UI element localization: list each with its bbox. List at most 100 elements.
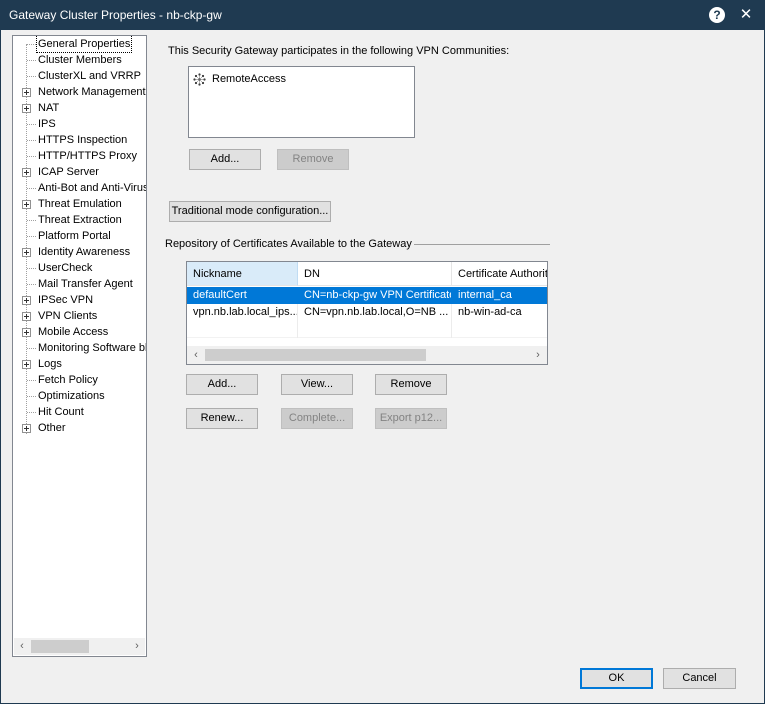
vpn-add-button[interactable]: Add...	[189, 149, 261, 170]
tree-connector	[27, 76, 36, 77]
close-icon[interactable]: ✕	[736, 4, 756, 26]
expand-plus-icon[interactable]	[22, 200, 31, 209]
vpn-communities-heading: This Security Gateway participates in th…	[168, 45, 510, 57]
help-icon[interactable]: ?	[709, 7, 725, 23]
tree-item-label: VPN Clients	[38, 310, 98, 322]
tree-connector	[27, 140, 36, 141]
tree-item-label: HTTPS Inspection	[38, 134, 128, 146]
tree-item-label: Other	[38, 422, 66, 434]
tree-connector	[27, 44, 36, 45]
scroll-thumb[interactable]	[31, 640, 89, 653]
navigation-tree[interactable]: ‹ › General Properties Cluster Members Clu…	[12, 35, 147, 657]
tree-connector	[27, 188, 36, 189]
table-horizontal-scrollbar[interactable]: ‹ ›	[187, 346, 547, 364]
tree-horizontal-scrollbar[interactable]: ‹ ›	[14, 638, 145, 655]
cell-nickname: vpn.nb.lab.local_ips...	[187, 304, 298, 321]
tree-item[interactable]: UserCheck	[13, 260, 146, 276]
tree-item-label: Hit Count	[38, 406, 84, 418]
tree-connector	[27, 60, 36, 61]
tree-item-label: Identity Awareness	[38, 246, 131, 258]
tree-item[interactable]: Anti-Bot and Anti-Virus	[13, 180, 147, 196]
tree-item-label: IPS	[38, 118, 56, 130]
expand-plus-icon[interactable]	[22, 328, 31, 337]
tree-item[interactable]: IPS	[13, 116, 146, 132]
tree-connector	[27, 124, 36, 125]
cert-view-button[interactable]: View...	[281, 374, 353, 395]
ok-button[interactable]: OK	[580, 668, 653, 689]
tree-item[interactable]: HTTP/HTTPS Proxy	[13, 148, 146, 164]
cert-export-button[interactable]: Export p12...	[375, 408, 447, 429]
scroll-right-icon[interactable]: ›	[531, 349, 545, 362]
tree-item-label: Mail Transfer Agent	[38, 278, 133, 290]
tree-item[interactable]: Fetch Policy	[13, 372, 146, 388]
tree-item[interactable]: Hit Count	[13, 404, 146, 420]
tree-item[interactable]: ClusterXL and VRRP	[13, 68, 146, 84]
window-title: Gateway Cluster Properties - nb-ckp-gw	[9, 8, 222, 22]
scroll-right-icon[interactable]: ›	[130, 640, 144, 653]
tree-item-label: IPSec VPN	[38, 294, 94, 306]
tree-item[interactable]: IPSec VPN	[13, 292, 146, 308]
expand-plus-icon[interactable]	[22, 424, 31, 433]
tree-item-label: ICAP Server	[38, 166, 99, 178]
traditional-mode-button[interactable]: Traditional mode configuration...	[169, 201, 331, 222]
tree-item[interactable]: Threat Extraction	[13, 212, 146, 228]
group-divider	[414, 244, 550, 245]
tree-connector	[27, 380, 36, 381]
vpn-communities-list[interactable]: RemoteAccess	[188, 66, 415, 138]
expand-plus-icon[interactable]	[22, 296, 31, 305]
tree-item[interactable]: Logs	[13, 356, 146, 372]
tree-item-label: Anti-Bot and Anti-Virus	[38, 182, 147, 194]
scroll-left-icon[interactable]: ‹	[189, 349, 203, 362]
tree-item-label: Cluster Members	[38, 54, 122, 66]
certificates-table[interactable]: Nickname DN Certificate Authority defaul…	[186, 261, 548, 365]
tree-item[interactable]: Threat Emulation	[13, 196, 146, 212]
cert-renew-button[interactable]: Renew...	[186, 408, 258, 429]
tree-item[interactable]: General Properties	[13, 36, 146, 53]
tree-item-label: NAT	[38, 102, 60, 114]
cell-ca: internal_ca	[458, 289, 512, 301]
vpn-remove-button[interactable]: Remove	[277, 149, 349, 170]
tree-item[interactable]: Other	[13, 420, 146, 436]
tree-item[interactable]: Identity Awareness	[13, 244, 146, 260]
cert-remove-button[interactable]: Remove	[375, 374, 447, 395]
tree-item-label: Platform Portal	[38, 230, 111, 242]
expand-plus-icon[interactable]	[22, 168, 31, 177]
column-header-ca[interactable]: Certificate Authority	[452, 262, 547, 286]
tree-connector	[27, 284, 36, 285]
expand-plus-icon[interactable]	[22, 360, 31, 369]
tree-item-label: Fetch Policy	[38, 374, 98, 386]
table-row[interactable]: vpn.nb.lab.local_ips... CN=vpn.nb.lab.lo…	[187, 304, 547, 321]
column-header-dn[interactable]: DN	[298, 262, 452, 286]
tree-item[interactable]: HTTPS Inspection	[13, 132, 146, 148]
tree-item-label: Logs	[38, 358, 62, 370]
cell-nickname: defaultCert	[193, 289, 247, 301]
tree-item[interactable]: VPN Clients	[13, 308, 146, 324]
tree-item-label: Monitoring Software bla	[38, 342, 147, 354]
table-row[interactable]: defaultCert CN=nb-ckp-gw VPN Certificate…	[187, 287, 547, 304]
certificates-group-label: Repository of Certificates Available to …	[165, 238, 412, 250]
cert-add-button[interactable]: Add...	[186, 374, 258, 395]
tree-item[interactable]: Mail Transfer Agent	[13, 276, 146, 292]
tree-item-label: ClusterXL and VRRP	[38, 70, 141, 82]
expand-plus-icon[interactable]	[22, 88, 31, 97]
tree-item[interactable]: NAT	[13, 100, 146, 116]
tree-item[interactable]: ICAP Server	[13, 164, 146, 180]
scroll-left-icon[interactable]: ‹	[15, 640, 29, 653]
cancel-button[interactable]: Cancel	[663, 668, 736, 689]
cert-complete-button[interactable]: Complete...	[281, 408, 353, 429]
tree-item[interactable]: Optimizations	[13, 388, 146, 404]
vpn-community-name: RemoteAccess	[212, 73, 286, 85]
expand-plus-icon[interactable]	[22, 312, 31, 321]
expand-plus-icon[interactable]	[22, 248, 31, 257]
tree-item[interactable]: Mobile Access	[13, 324, 146, 340]
expand-plus-icon[interactable]	[22, 104, 31, 113]
tree-item-label: HTTP/HTTPS Proxy	[38, 150, 138, 162]
tree-item[interactable]: Platform Portal	[13, 228, 146, 244]
tree-item[interactable]: Monitoring Software bla	[13, 340, 147, 356]
tree-item-label: Threat Extraction	[38, 214, 122, 226]
scroll-thumb[interactable]	[205, 349, 426, 361]
tree-item[interactable]: Cluster Members	[13, 52, 146, 68]
tree-item[interactable]: Network Management	[13, 84, 146, 100]
column-header-nickname[interactable]: Nickname	[187, 262, 298, 286]
tree-connector	[27, 348, 36, 349]
